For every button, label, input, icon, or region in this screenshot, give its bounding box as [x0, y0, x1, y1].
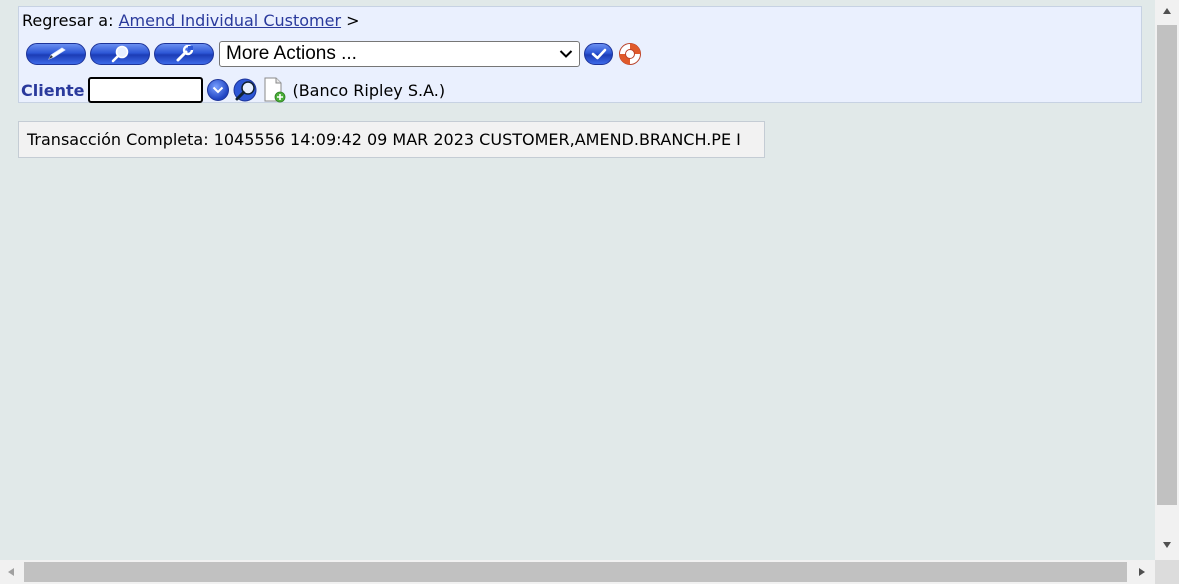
transaction-message: Transacción Completa: 1045556 14:09:42 0…: [18, 121, 765, 158]
wrench-icon: [176, 45, 194, 62]
scroll-right-arrow-icon[interactable]: [1139, 568, 1145, 576]
pencil-icon: [48, 47, 66, 60]
bank-name: (Banco Ripley S.A.): [292, 80, 446, 100]
client-label: Cliente: [21, 80, 85, 100]
horizontal-scrollbar[interactable]: [0, 560, 1155, 584]
magnifier-icon: [111, 45, 129, 63]
toolbar: More Actions ...: [26, 40, 642, 68]
client-dropdown-button[interactable]: [207, 79, 230, 101]
scroll-left-arrow-icon[interactable]: [8, 568, 14, 576]
edit-button[interactable]: [26, 43, 86, 65]
client-input[interactable]: [88, 77, 204, 103]
breadcrumb-separator: >: [346, 11, 360, 30]
breadcrumb: Regresar a: Amend Individual Customer >: [22, 10, 360, 32]
lifebuoy-icon[interactable]: [618, 42, 642, 66]
scroll-down-arrow-icon[interactable]: [1163, 542, 1171, 548]
scrollbar-corner: [1155, 560, 1179, 584]
more-actions-select[interactable]: More Actions ...: [219, 41, 580, 67]
search-button[interactable]: [90, 43, 150, 65]
breadcrumb-link[interactable]: Amend Individual Customer: [119, 11, 341, 30]
checkmark-icon: [591, 48, 606, 60]
new-document-icon[interactable]: [262, 77, 286, 103]
scroll-up-arrow-icon[interactable]: [1163, 8, 1171, 14]
chevron-down-icon: [559, 50, 573, 58]
client-search-icon[interactable]: [231, 78, 261, 102]
horizontal-scroll-thumb[interactable]: [24, 562, 1127, 582]
vertical-scroll-thumb[interactable]: [1157, 25, 1177, 505]
chevron-down-icon: [213, 86, 224, 94]
client-row: Cliente (Banco Ripley S.A.): [21, 76, 445, 104]
header-panel: Regresar a: Amend Individual Customer >: [18, 6, 1142, 103]
transaction-message-text: Transacción Completa: 1045556 14:09:42 0…: [27, 130, 741, 149]
go-button[interactable]: [584, 43, 613, 65]
breadcrumb-prefix: Regresar a:: [22, 11, 114, 30]
more-actions-value: More Actions ...: [226, 43, 357, 64]
tools-button[interactable]: [154, 43, 214, 65]
vertical-scrollbar[interactable]: [1155, 0, 1179, 560]
